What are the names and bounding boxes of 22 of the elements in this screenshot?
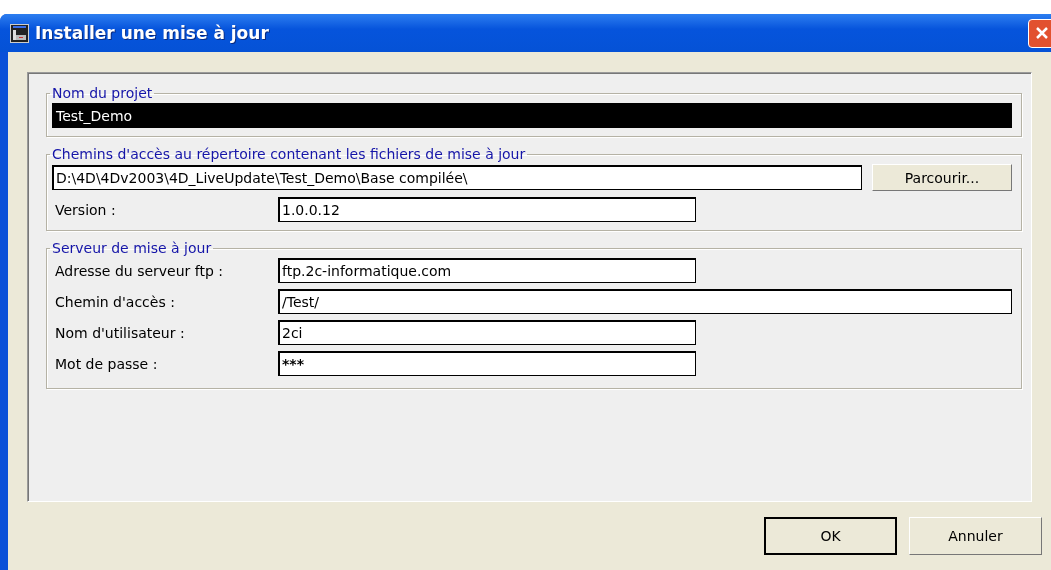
input-field[interactable]: ftp.2c-informatique.com [278,258,696,283]
input-field[interactable]: 1.0.0.12 [278,197,696,222]
app-icon [10,23,29,43]
password-field[interactable]: *** [278,351,696,376]
window-title: Installer une mise à jour [35,23,270,43]
input-field[interactable]: Test_Demo [52,103,1012,128]
group-title: Nom du projet [51,85,154,101]
cancel-button[interactable]: Annuler [909,517,1042,555]
input-field[interactable]: /Test/ [278,289,1012,314]
close-button[interactable] [1028,18,1051,48]
group-title: Chemins d'accès au répertoire contenant les fichiers de mise à jour [51,146,527,162]
field-label: Chemin d'accès : [54,293,176,310]
input-field[interactable]: D:\4D\4Dv2003\4D_LiveUpdate\Test_Demo\Base compilée\ [52,165,862,190]
input-field[interactable]: 2ci [278,320,696,345]
field-label: Adresse du serveur ftp : [54,262,224,279]
ok-button[interactable]: OK [764,517,897,555]
close-icon [1035,26,1049,40]
field-label: Mot de passe : [54,355,159,372]
browse-button[interactable]: Parcourir... [872,164,1012,191]
field-label: Version : [54,201,117,218]
field-label: Nom d'utilisateur : [54,324,186,341]
group-title: Serveur de mise à jour [51,240,213,256]
